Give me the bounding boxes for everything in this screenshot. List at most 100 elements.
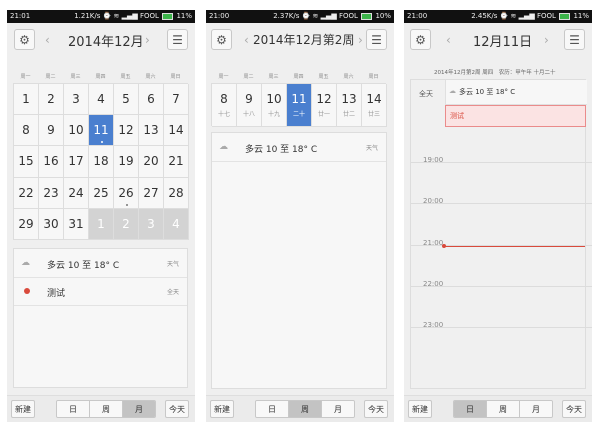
bottom-bar: 新建 日 周 月 今天: [404, 395, 592, 422]
tab-week[interactable]: 周: [487, 401, 520, 417]
day-cell[interactable]: 2: [39, 84, 64, 116]
day-cell[interactable]: 13: [139, 115, 164, 147]
chevron-right-icon[interactable]: ›: [358, 33, 363, 47]
day-cell[interactable]: 21: [164, 146, 189, 178]
gear-icon[interactable]: ⚙: [410, 29, 431, 50]
status-bar: 21:00 2.37K/s ⌚ ≋ ▂▄▆ FOOL 10%: [206, 10, 394, 23]
day-cell[interactable]: 22: [14, 177, 39, 209]
new-button[interactable]: 新建: [11, 400, 35, 418]
status-speed: 1.21K/s: [74, 12, 101, 20]
weather-row[interactable]: ☁ 多云 10 至 18° C: [445, 80, 587, 105]
day-cell[interactable]: 10: [64, 115, 89, 147]
tab-month[interactable]: 月: [520, 401, 552, 417]
day-cell[interactable]: 4: [164, 208, 189, 240]
current-time-line: [445, 246, 585, 247]
status-time: 21:00: [209, 12, 230, 20]
day-cell[interactable]: 29: [14, 208, 39, 240]
day-cell[interactable]: 6: [139, 84, 164, 116]
week-day-cell[interactable]: 8 十七: [212, 84, 237, 127]
week-day-cell[interactable]: 9 十八: [237, 84, 262, 127]
tab-day[interactable]: 日: [454, 401, 487, 417]
day-cell[interactable]: 15: [14, 146, 39, 178]
day-cell[interactable]: 17: [64, 146, 89, 178]
tab-day[interactable]: 日: [256, 401, 289, 417]
day-number: 8: [220, 92, 228, 106]
day-cell[interactable]: 24: [64, 177, 89, 209]
today-button[interactable]: 今天: [562, 400, 586, 418]
agenda-card: ☁ 多云 10 至 18° C 天气 测试 全天: [13, 248, 188, 388]
day-cell[interactable]: 9: [39, 115, 64, 147]
menu-icon[interactable]: ☰: [167, 29, 188, 50]
tab-week[interactable]: 周: [289, 401, 322, 417]
day-cell[interactable]: 3: [64, 84, 89, 116]
week-row: 8 十七 9 十八 10 十九 11 二十 12 廿一 13 廿二 14 廿三: [211, 83, 387, 127]
week-day-cell[interactable]: 12 廿一: [312, 84, 337, 127]
day-cell[interactable]: 28: [164, 177, 189, 209]
day-cell[interactable]: 4: [89, 84, 114, 116]
chevron-left-icon[interactable]: ‹: [446, 33, 451, 47]
day-cell[interactable]: 27: [139, 177, 164, 209]
weather-text: 多云 10 至 18° C: [245, 145, 318, 155]
tab-month[interactable]: 月: [322, 401, 354, 417]
week-day-cell[interactable]: 10 十九: [262, 84, 287, 127]
day-cell[interactable]: 5: [114, 84, 139, 116]
day-cell[interactable]: 14: [164, 115, 189, 147]
tab-week[interactable]: 周: [90, 401, 123, 417]
event-dot-icon: [24, 288, 30, 294]
day-cell[interactable]: 2: [114, 208, 139, 240]
day-cell[interactable]: 25: [89, 177, 114, 209]
day-cell[interactable]: 30: [39, 208, 64, 240]
day-cell[interactable]: 7: [164, 84, 189, 116]
new-button[interactable]: 新建: [210, 400, 234, 418]
today-button[interactable]: 今天: [364, 400, 388, 418]
chevron-left-icon[interactable]: ‹: [45, 33, 50, 47]
menu-icon[interactable]: ☰: [564, 29, 585, 50]
day-cell[interactable]: 3: [139, 208, 164, 240]
event-row[interactable]: 测试 全天: [14, 277, 187, 306]
day-cell[interactable]: 16: [39, 146, 64, 178]
status-speed: 2.45K/s: [471, 12, 498, 20]
page-title: 2014年12月第2周: [253, 33, 355, 47]
tab-month[interactable]: 月: [123, 401, 155, 417]
event-indicator-dot: [125, 203, 128, 206]
chevron-right-icon[interactable]: ›: [145, 33, 150, 47]
hour-label: 21:00: [423, 239, 444, 247]
menu-icon[interactable]: ☰: [366, 29, 387, 50]
day-cell[interactable]: 1: [89, 208, 114, 240]
day-cell[interactable]: 1: [14, 84, 39, 116]
event-block[interactable]: 测试: [445, 105, 586, 127]
week-day-cell[interactable]: 11 二十: [287, 84, 312, 127]
tab-day[interactable]: 日: [57, 401, 90, 417]
today-button[interactable]: 今天: [165, 400, 189, 418]
event-title: 测试: [450, 112, 464, 120]
day-cell[interactable]: 12: [114, 115, 139, 147]
day-cell[interactable]: 18: [89, 146, 114, 178]
page-title: 2014年12月: [68, 35, 144, 50]
chevron-right-icon[interactable]: ›: [544, 33, 549, 47]
week-day-cell[interactable]: 14 廿三: [362, 84, 387, 127]
battery-icon: [361, 12, 373, 20]
day-number: 13: [341, 92, 357, 106]
day-cell[interactable]: 31: [64, 208, 89, 240]
day-cell[interactable]: 8: [14, 115, 39, 147]
gear-icon[interactable]: ⚙: [211, 29, 232, 50]
bottom-bar: 新建 日 周 月 今天: [206, 395, 394, 422]
view-switch: 日 周 月: [56, 400, 156, 418]
day-cell[interactable]: 20: [139, 146, 164, 178]
view-switch: 日 周 月: [255, 400, 355, 418]
day-number: 12: [316, 92, 332, 106]
lunar-date: 十九: [267, 111, 280, 118]
day-cell[interactable]: 19: [114, 146, 139, 178]
week-day-cell[interactable]: 13 廿二: [337, 84, 362, 127]
lunar-date: 廿三: [367, 111, 380, 118]
view-switch: 日 周 月: [453, 400, 553, 418]
day-cell[interactable]: 23: [39, 177, 64, 209]
status-speed: 2.37K/s: [273, 12, 300, 20]
cloud-icon: ☁: [449, 87, 456, 95]
gear-icon[interactable]: ⚙: [14, 29, 35, 50]
chevron-left-icon[interactable]: ‹: [244, 33, 249, 47]
weather-row[interactable]: ☁ 多云 10 至 18° C 天气: [14, 249, 187, 278]
weather-row[interactable]: ☁ 多云 10 至 18° C 天气: [212, 133, 386, 162]
new-button[interactable]: 新建: [408, 400, 432, 418]
status-carrier: FOOL: [140, 12, 159, 20]
